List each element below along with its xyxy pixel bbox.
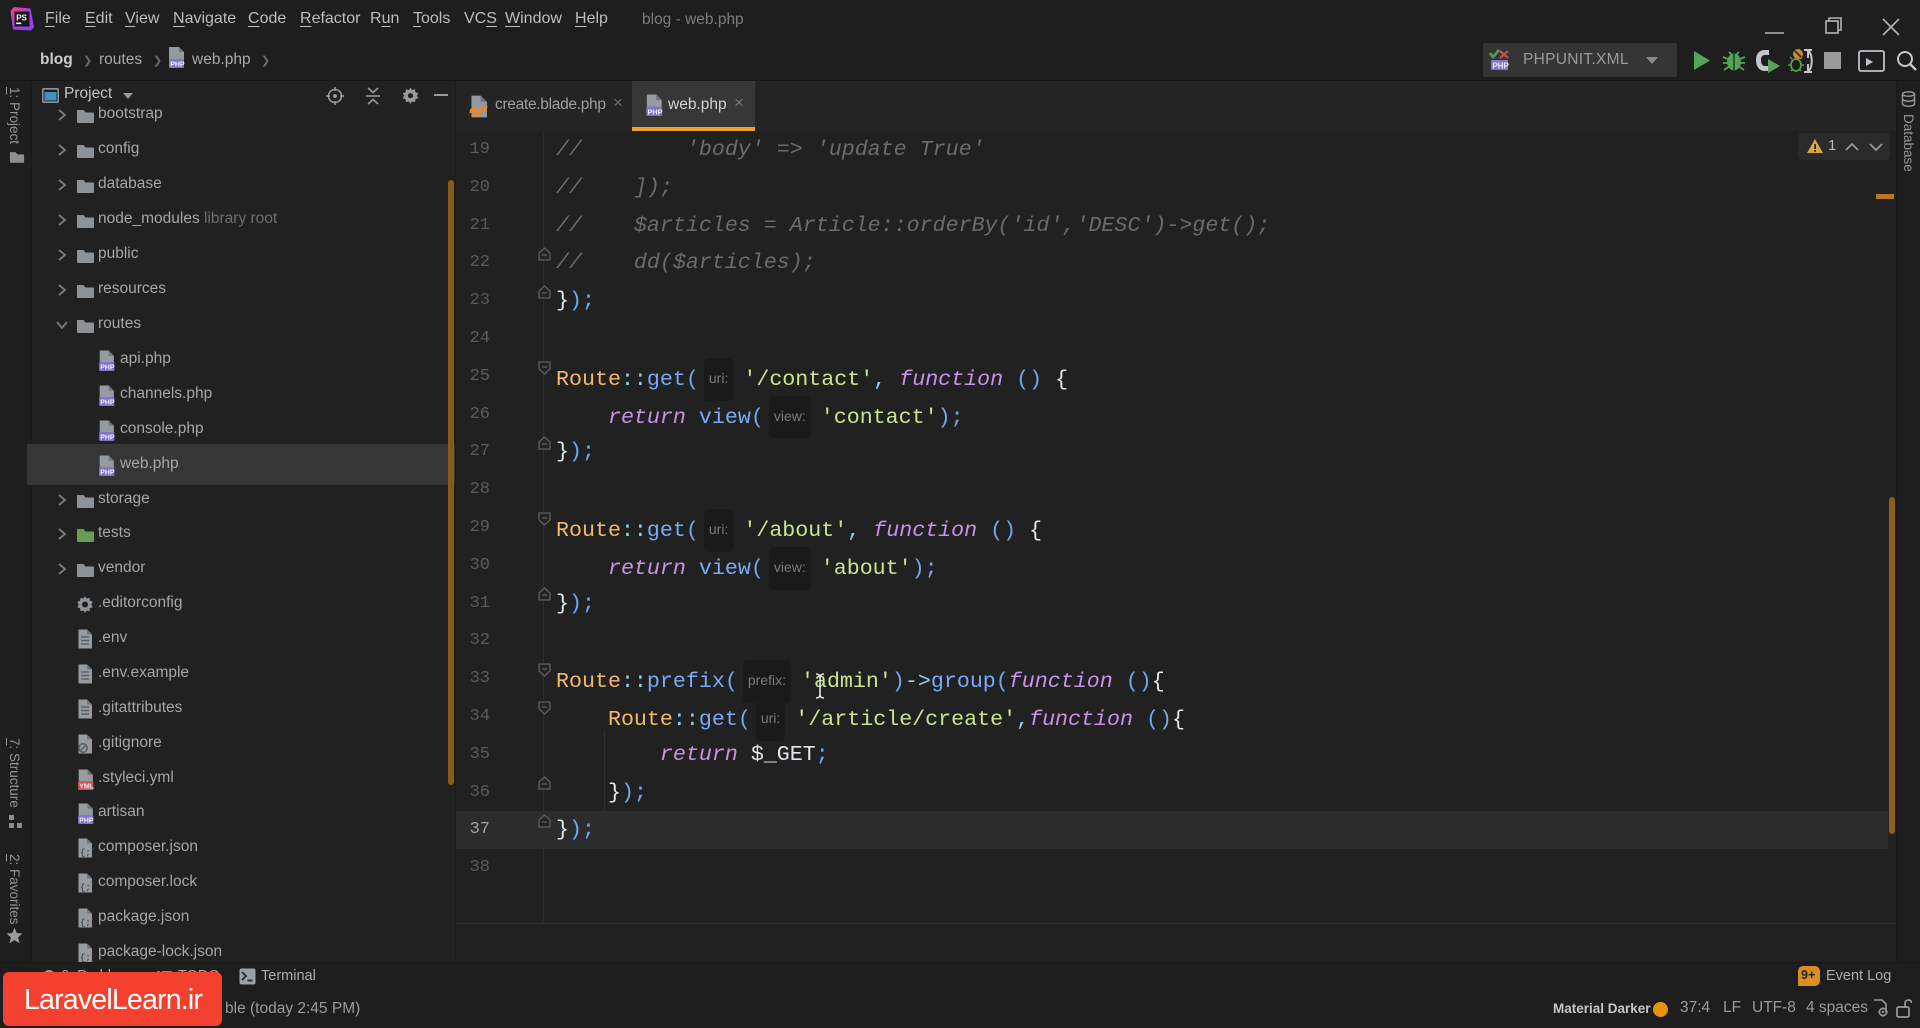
- svg-text:PHP: PHP: [1492, 62, 1509, 71]
- svg-text:PHP: PHP: [170, 61, 185, 68]
- svg-text:PS: PS: [16, 14, 27, 23]
